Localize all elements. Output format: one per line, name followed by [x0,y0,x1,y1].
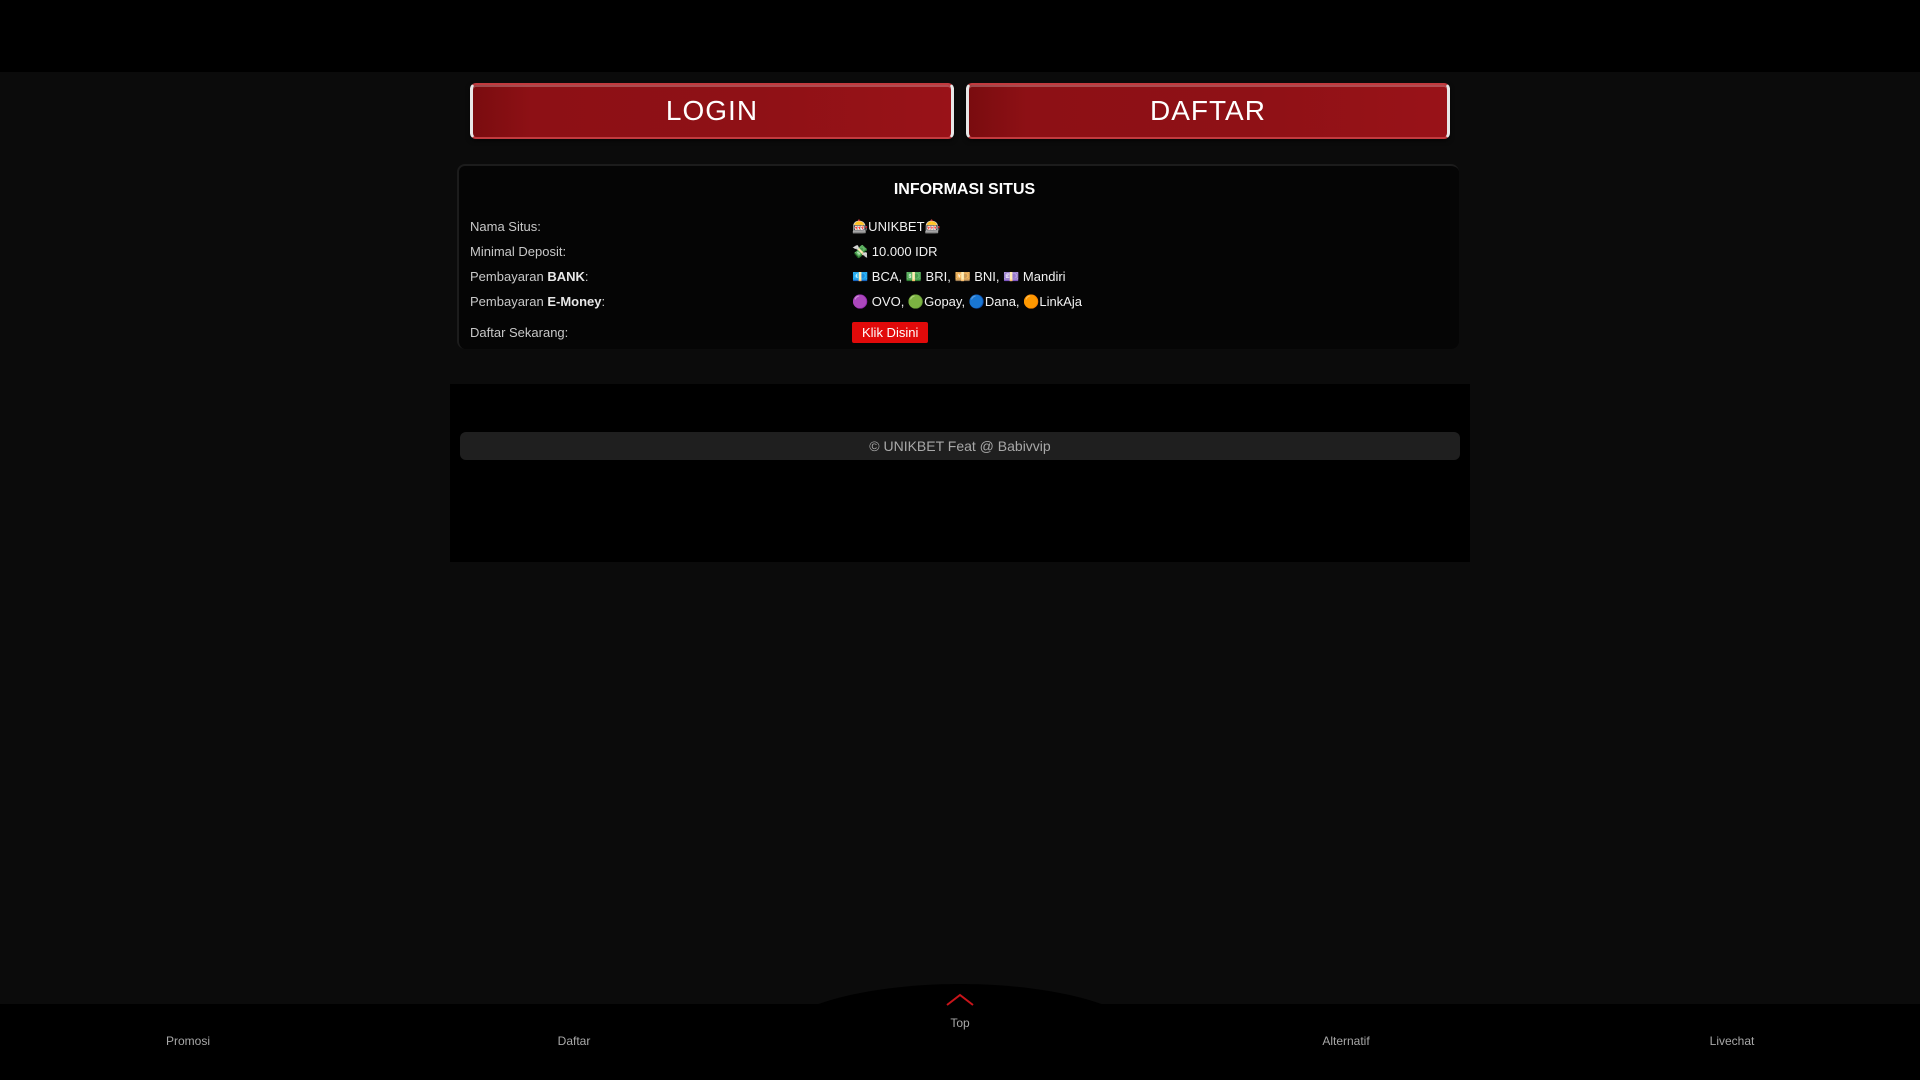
site-info-panel: INFORMASI SITUS Nama Situs: 🎰UNIKBET🎰 Mi… [457,164,1459,349]
nav-promosi[interactable]: Promosi [166,1034,210,1048]
register-button[interactable]: DAFTAR [966,83,1450,139]
info-value: 💸 10.000 IDR [852,243,938,259]
info-value: Klik Disini [852,322,929,343]
nav-top-label: Top [950,1016,970,1030]
info-row-register: Daftar Sekarang: Klik Disini [470,320,1459,345]
auth-buttons: LOGIN DAFTAR [470,83,1450,139]
nav-top[interactable]: Top [945,992,975,1030]
info-row-bank: Pembayaran BANK: 💶 BCA, 💵 BRI, 💴 BNI, 💷 … [470,264,1459,289]
info-value: 🟣 OVO, 🟢Gopay, 🔵Dana, 🟠LinkAja [852,293,1082,309]
site-info-title: INFORMASI SITUS [893,181,1036,198]
login-button[interactable]: LOGIN [470,83,954,139]
nav-daftar[interactable]: Daftar [558,1034,591,1048]
copyright-bar: © UNIKBET Feat @ Babivvip [460,432,1460,460]
register-now-button[interactable]: Klik Disini [852,322,929,343]
info-label: Daftar Sekarang: [470,325,569,340]
info-value: 💶 BCA, 💵 BRI, 💴 BNI, 💷 Mandiri [852,268,1066,284]
info-row-site-name: Nama Situs: 🎰UNIKBET🎰 [470,214,1459,239]
info-label-prefix: Pembayaran [470,294,548,309]
chevron-up-icon [946,993,974,1006]
info-label-bold: E-Money [547,294,602,309]
info-label: Pembayaran E-Money: [470,294,852,309]
top-header-bar [0,0,1920,72]
footer-panel: © UNIKBET Feat @ Babivvip [450,384,1470,562]
nav-livechat[interactable]: Livechat [1710,1034,1755,1048]
info-label-suffix: : [584,269,589,284]
info-label: Pembayaran BANK: [470,269,852,284]
info-label-bold: BANK [547,269,585,284]
info-label: Minimal Deposit: [470,244,567,259]
nav-alternatif[interactable]: Alternatif [1322,1034,1369,1048]
info-label: Nama Situs: [470,219,541,234]
info-value: 🎰UNIKBET🎰 [852,218,941,234]
info-row-emoney: Pembayaran E-Money: 🟣 OVO, 🟢Gopay, 🔵Dana… [470,289,1459,314]
info-label-suffix: : [601,294,606,309]
info-label-prefix: Pembayaran [470,269,548,284]
info-row-min-deposit: Minimal Deposit: 💸 10.000 IDR [470,239,1459,264]
